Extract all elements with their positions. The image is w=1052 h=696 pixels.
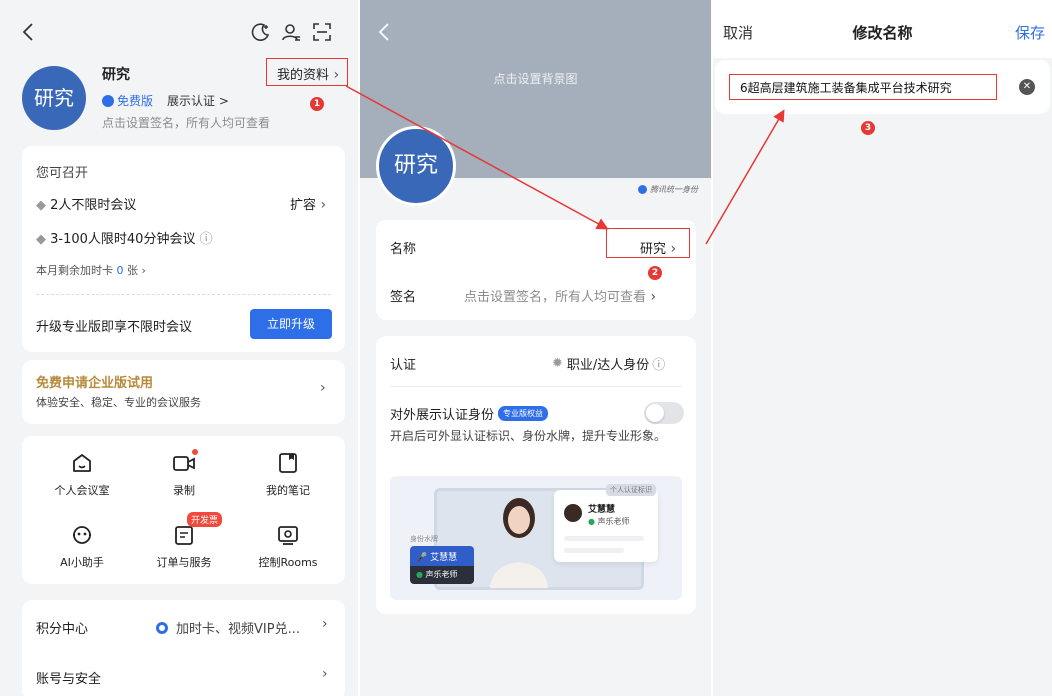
edition-icon xyxy=(102,94,114,107)
preview-nameplate: 🎤 艾慧慧 ● 声乐老师 xyxy=(410,546,474,584)
enterprise-title: 免费申请企业版试用 xyxy=(36,376,154,391)
edit-name-panel: 取消 修改名称 保存 6超高层建筑施工装备集成平台技术研究 ✕ 3 xyxy=(713,0,1052,696)
annotation-badge-2: 2 xyxy=(648,266,662,280)
show-cert-title: 对外展示认证身份 专业版权益 xyxy=(390,404,549,423)
name-input[interactable]: 6超高层建筑施工装备集成平台技术研究 xyxy=(729,74,997,100)
expand-button[interactable]: 扩容 › xyxy=(290,194,326,213)
scan-icon[interactable] xyxy=(312,22,332,42)
show-cert-description: 开启后可外显认证标识、身份水牌，提升专业形象。 xyxy=(390,429,667,443)
settings-list-card: 积分中心 加时卡、视频VIP兑... › 账号与安全 › xyxy=(22,600,345,696)
orders-icon: 开发票 xyxy=(173,512,223,546)
feature-row-2: ◆ 3-100人限时40分钟会议 ⓘ xyxy=(36,232,213,247)
badge-icon: ✹ xyxy=(552,356,563,371)
account-security-row[interactable]: 账号与安全 › xyxy=(22,660,345,696)
extra-time-card-row[interactable]: 本月剩余加时卡 0 张 › xyxy=(36,262,146,278)
enterprise-trial-card[interactable]: 免费申请企业版试用 体验安全、稳定、专业的会议服务 › xyxy=(22,360,345,424)
page-title: 修改名称 xyxy=(852,24,913,42)
tencent-id-mark: 腾讯统一身份 xyxy=(638,184,698,195)
grid-item-ai-assistant[interactable]: AI小助手 xyxy=(52,524,112,570)
enterprise-subtitle: 体验安全、稳定、专业的会议服务 xyxy=(36,396,201,409)
preview-role: ● 声乐老师 xyxy=(588,517,630,526)
edit-name-header: 取消 修改名称 保存 xyxy=(713,0,1052,58)
preview-avatar xyxy=(564,504,582,522)
info-icon[interactable]: ⓘ xyxy=(652,354,665,373)
divider xyxy=(36,294,331,295)
rooms-icon xyxy=(277,524,299,546)
upgrade-button[interactable]: 立即升级 xyxy=(250,309,332,339)
back-icon[interactable] xyxy=(378,22,390,42)
tencent-id-icon xyxy=(638,185,647,194)
points-icon xyxy=(156,621,168,634)
ai-assistant-icon xyxy=(71,524,93,546)
highlight-box-2 xyxy=(606,228,690,258)
annotation-badge-3: 3 xyxy=(861,121,875,135)
person-image xyxy=(484,492,554,588)
set-background-hint: 点击设置背景图 xyxy=(493,72,578,86)
preview-id-card: 个人认证标识 艾慧慧 ● 声乐老师 xyxy=(554,484,658,562)
notes-icon xyxy=(278,452,298,474)
feature-grid-card: 个人会议室 录制 我的笔记 AI小助手 开发票 订单与服务 控制Rooms xyxy=(22,436,345,584)
dark-mode-icon[interactable] xyxy=(251,22,271,42)
grid-item-record[interactable]: 录制 xyxy=(154,449,214,498)
signature-hint[interactable]: 点击设置签名，所有人均可查看 xyxy=(102,114,270,131)
signature-row[interactable]: 签名 点击设置签名，所有人均可查看 › xyxy=(376,272,696,320)
grid-item-notes[interactable]: 我的笔记 xyxy=(258,452,318,498)
invoice-badge: 开发票 xyxy=(187,512,223,527)
edition-row: 免费版 展示认证 > xyxy=(102,92,229,109)
chevron-right-icon: › xyxy=(322,616,328,632)
edition-label: 免费版 xyxy=(117,94,154,108)
show-cert-toggle[interactable] xyxy=(644,402,684,424)
chevron-right-icon: › xyxy=(322,666,328,682)
name-input-card: 6超高层建筑施工装备集成平台技术研究 ✕ xyxy=(715,60,1050,114)
highlight-box-1 xyxy=(266,58,348,86)
meeting-quota-card: 您可召开 ◆ 2人不限时会议 扩容 › ◆ 3-100人限时40分钟会议 ⓘ 本… xyxy=(22,146,345,352)
pro-badge: 专业版权益 xyxy=(498,406,549,421)
annotation-badge-1: 1 xyxy=(310,97,324,111)
grid-item-orders[interactable]: 开发票 订单与服务 xyxy=(154,512,223,570)
record-icon xyxy=(172,449,198,474)
grid-item-meeting-room[interactable]: 个人会议室 xyxy=(52,452,112,498)
cert-preview-image: 个人认证标识 艾慧慧 ● 声乐老师 身份水牌 🎤 艾慧慧 ● 声乐老师 xyxy=(390,476,682,600)
grid-item-rooms[interactable]: 控制Rooms xyxy=(258,524,318,570)
chevron-right-icon: › xyxy=(320,380,326,396)
certification-card: 认证 ✹ 职业/达人身份 ⓘ 对外展示认证身份 专业版权益 开启后可外显认证标识… xyxy=(376,336,696,614)
points-value: 加时卡、视频VIP兑... xyxy=(176,622,300,637)
avatar[interactable]: 研究 xyxy=(22,66,86,130)
save-button[interactable]: 保存 xyxy=(1015,22,1045,43)
points-center-row[interactable]: 积分中心 加时卡、视频VIP兑... › xyxy=(22,600,345,650)
meeting-room-icon xyxy=(71,452,93,474)
avatar[interactable]: 研究 xyxy=(376,126,456,206)
user-name: 研究 xyxy=(102,67,130,83)
add-contact-icon[interactable] xyxy=(281,22,301,42)
cert-label: 认证 xyxy=(390,358,417,373)
feature-row-1: ◆ 2人不限时会议 xyxy=(36,198,137,213)
cert-value-row[interactable]: ✹ 职业/达人身份 ⓘ xyxy=(552,354,665,373)
can-host-label: 您可召开 xyxy=(36,166,89,181)
divider xyxy=(390,386,682,387)
show-cert-link[interactable]: 展示认证 > xyxy=(167,92,229,109)
upgrade-text: 升级专业版即享不限时会议 xyxy=(36,320,193,335)
clear-icon[interactable]: ✕ xyxy=(1019,79,1035,95)
signature-value: 点击设置签名，所有人均可查看 xyxy=(464,290,647,305)
back-icon[interactable] xyxy=(22,22,34,42)
my-profile-panel: 点击设置背景图 研究 腾讯统一身份 名称 研究 › 签名 点击设置签名，所有人均… xyxy=(360,0,711,696)
profile-panel: 研究 研究 免费版 展示认证 > 点击设置签名，所有人均可查看 我的资料 › 1… xyxy=(0,0,358,696)
